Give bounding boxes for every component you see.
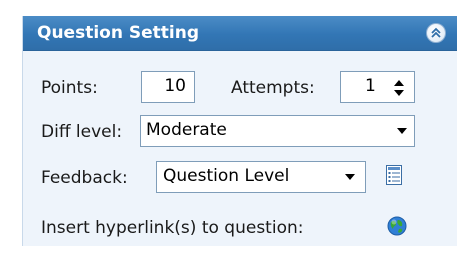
diff-level-label: Diff level: (41, 122, 123, 142)
diff-level-value: Moderate (146, 120, 227, 140)
chevron-down-icon (345, 174, 355, 180)
feedback-label: Feedback: (41, 168, 128, 188)
points-label: Points: (41, 78, 98, 98)
decrement-arrow-icon[interactable] (394, 90, 404, 96)
collapse-button[interactable] (426, 23, 446, 43)
points-input[interactable]: 10 (141, 71, 195, 103)
question-setting-panel: Question Setting Points: 10 Attempts: 1 … (22, 16, 457, 246)
points-value: 10 (164, 76, 186, 96)
feedback-value: Question Level (163, 166, 290, 186)
hyperlink-label: Insert hyperlink(s) to question: (41, 218, 304, 238)
feedback-select[interactable]: Question Level (156, 161, 366, 193)
feedback-list-icon[interactable] (386, 165, 402, 185)
panel-title: Question Setting (37, 23, 199, 43)
double-chevron-up-icon (431, 27, 441, 38)
panel-header: Question Setting (23, 16, 457, 51)
attempts-stepper[interactable]: 1 (340, 71, 415, 103)
globe-icon[interactable] (387, 216, 407, 236)
diff-level-select[interactable]: Moderate (140, 115, 415, 147)
chevron-down-icon (397, 128, 407, 134)
increment-arrow-icon[interactable] (394, 80, 404, 86)
attempts-value: 1 (365, 76, 376, 96)
attempts-label: Attempts: (231, 78, 315, 98)
